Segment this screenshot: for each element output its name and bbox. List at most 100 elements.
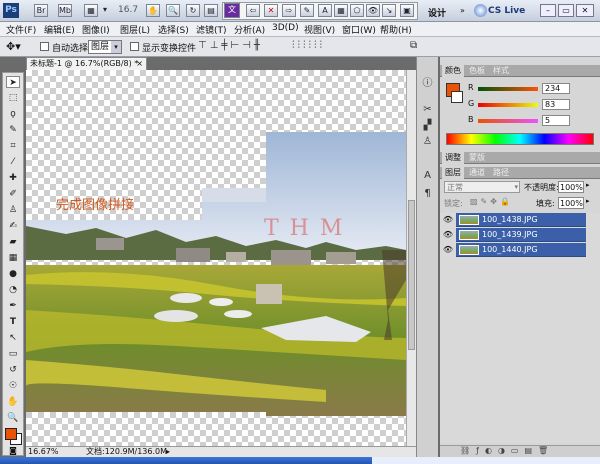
menu-analysis[interactable]: 分析(A) [234,23,265,36]
b-slider[interactable] [478,119,538,123]
shape-tool-icon[interactable]: ▭ [6,348,20,360]
tab-masks[interactable]: 蒙版 [466,152,488,164]
opacity-arrow-icon[interactable]: ▸ [586,181,590,189]
extras-icon[interactable]: ▦ [84,4,98,17]
menu-window[interactable]: 窗口(W) [342,23,376,36]
layers-footer-icons[interactable]: ⛓ƒ◐◑▭▤🗑 [440,445,600,457]
tab-color[interactable]: 颜色 [442,65,464,77]
blend-mode-dropdown[interactable]: 正常 ▾ [444,181,520,193]
quick-mask-icon[interactable]: ◙ [6,447,20,455]
arrow-icon[interactable]: ↘ [382,4,396,17]
arrange-documents-icon[interactable]: ▤ [204,4,218,17]
fill-field[interactable]: 100% [558,197,584,209]
healing-brush-icon[interactable]: ✚ [6,172,20,184]
tray-icons[interactable] [372,457,600,464]
rotate-view-icon[interactable]: ↻ [186,4,200,17]
lasso-tool-icon[interactable]: ϙ [6,108,20,120]
zoom-value[interactable]: 16.7 [118,5,138,15]
menu-filter[interactable]: 滤镜(T) [196,23,227,36]
tab-styles[interactable]: 样式 [490,65,512,77]
distribute-icons[interactable]: ⫶⫶⫶⫶⫶⫶ [292,40,404,54]
foreground-color-swatch[interactable] [5,428,17,440]
tab-swatches[interactable]: 色板 [466,65,488,77]
hand-tool-icon-2[interactable]: ✋ [6,396,20,408]
zoom-icon[interactable]: 🔍 [166,4,180,17]
document-tab[interactable]: 未标题-1 @ 16.7%(RGB/8) * × [26,57,147,70]
3d-orbit-icon[interactable]: ☉ [6,380,20,392]
scroll-thumb[interactable] [408,200,415,350]
opacity-field[interactable]: 100% [558,181,584,193]
tab-adjustments[interactable]: 调整 [442,152,464,164]
text-a-icon[interactable]: A [318,4,332,17]
r-slider[interactable] [478,87,538,91]
tab-layers[interactable]: 图层 [442,167,464,179]
vertical-scrollbar[interactable] [406,70,416,446]
quick-select-tool-icon[interactable]: ✎ [6,124,20,136]
history-brush-icon[interactable]: ✍ [6,220,20,232]
menu-view[interactable]: 视图(V) [304,23,335,36]
auto-align-icon[interactable]: ⧉ [410,40,426,54]
clone-source-icon[interactable]: ♙ [420,135,435,148]
gradient-tool-icon[interactable]: ▦ [6,252,20,264]
tab-channels[interactable]: 通道 [466,167,488,179]
blur-tool-icon[interactable]: ● [6,268,20,280]
menu-help[interactable]: 帮助(H) [380,23,412,36]
lock-icons[interactable]: ▨✎✥🔒 [470,197,530,209]
tool-presets-icon[interactable]: ✂ [420,103,435,116]
dodge-tool-icon[interactable]: ◔ [6,284,20,296]
layer-visibility-eye-icon[interactable]: 👁 [442,213,454,227]
crop-tool-icon[interactable]: ⌗ [6,140,20,152]
bridge-icon[interactable]: Br [34,4,48,17]
document-canvas[interactable]: 完成图像拼接 T H M [26,70,406,446]
g-slider[interactable] [478,103,538,107]
type-tool-icon[interactable]: T [6,316,20,328]
pencil-icon[interactable]: ✎ [300,4,314,17]
minibridge-icon[interactable]: Mb [58,4,72,17]
align-icons[interactable]: ⊤⊥╪⊢⊣╫ [198,40,284,54]
grid-icon[interactable]: ▦ [334,4,348,17]
screen-mode-icon[interactable]: ▣ [400,4,414,17]
fill-arrow-icon[interactable]: ▸ [586,197,590,205]
zoom-tool-icon[interactable]: ▾ [98,4,112,17]
menu-image[interactable]: 图像(I) [82,23,110,36]
g-value[interactable]: 83 [542,99,570,110]
menu-edit[interactable]: 编辑(E) [44,23,75,36]
move-tool-icon[interactable]: ➤ [6,76,20,88]
maximize-button[interactable]: ▭ [558,4,574,17]
paragraph-icon[interactable]: ¶ [420,187,435,200]
redo-arrow-icon[interactable]: ⇨ [282,4,296,17]
auto-select-dropdown[interactable]: 图层 ▾ [88,40,122,54]
color-spectrum-bar[interactable] [446,133,594,145]
eyedropper-tool-icon[interactable]: ⁄ [6,156,20,168]
character-icon[interactable]: A [420,169,435,182]
3d-rotate-icon[interactable]: ↺ [6,364,20,376]
auto-select-checkbox[interactable] [40,42,49,51]
cslive-label[interactable]: CS Live [488,6,525,16]
info-icon[interactable]: ⓘ [420,77,435,90]
eraser-tool-icon[interactable]: ▰ [6,236,20,248]
bg-color-swatch[interactable] [451,91,463,103]
r-value[interactable]: 234 [542,83,570,94]
delete-x-icon[interactable]: ✕ [264,4,278,17]
menu-file[interactable]: 文件(F) [6,23,36,36]
layer-row[interactable]: 100_1440.JPG [456,243,586,257]
layer-row[interactable]: 100_1439.JPG [456,228,586,242]
eye-icon[interactable]: 👁 [366,4,380,17]
close-icon[interactable]: × [136,58,143,70]
stamp-icon[interactable]: 文 [224,3,240,18]
status-zoom[interactable]: 16.67% [28,447,59,457]
tab-paths[interactable]: 路径 [490,167,512,179]
brush-tool-icon[interactable]: ✐ [6,188,20,200]
workspace-label[interactable]: 设计 [428,6,446,19]
move-tool-preset-icon[interactable]: ✥▾ [6,40,32,54]
pen-tool-icon[interactable]: ✒ [6,300,20,312]
brush-icon[interactable]: ▞ [420,119,435,132]
shape-icon[interactable]: ⬠ [350,4,364,17]
clone-stamp-icon[interactable]: ♙ [6,204,20,216]
menu-layer[interactable]: 图层(L) [120,23,150,36]
show-transform-checkbox[interactable] [130,42,139,51]
workspace-menu-icon[interactable]: » [460,6,465,15]
minimize-button[interactable]: – [540,4,556,17]
cslive-icon[interactable] [474,4,487,17]
undo-arrow-icon[interactable]: ⇦ [246,4,260,17]
